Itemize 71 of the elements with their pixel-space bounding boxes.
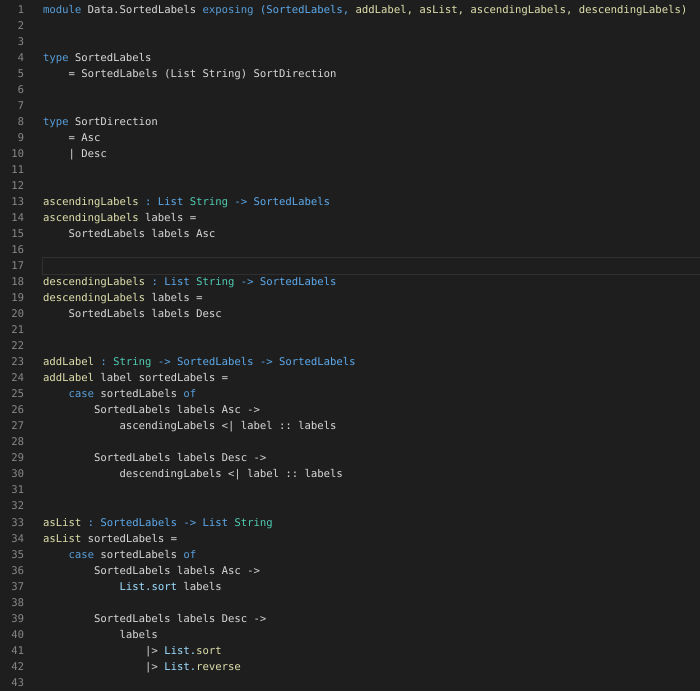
code-line: labels	[118, 628, 159, 643]
line-number: 13	[10, 195, 24, 210]
code-line: SortedLabels labels Asc ->	[93, 403, 261, 418]
line-number: 26	[10, 403, 24, 418]
code-line: ascendingLabels labels =	[42, 211, 198, 226]
line-number: 40	[10, 628, 24, 643]
line-number: 35	[10, 548, 24, 563]
line-number: 7	[16, 99, 24, 114]
line-number: 30	[10, 467, 24, 482]
line-number: 33	[10, 516, 24, 530]
code-line: descendingLabels <| label :: labels	[118, 467, 344, 482]
code-line: addLabel : String -> SortedLabels -> SortedLabels	[42, 355, 357, 370]
line-number: 10	[10, 147, 24, 162]
line-number: 1	[16, 3, 24, 18]
line-number: 36	[10, 564, 24, 579]
line-number: 14	[10, 211, 24, 226]
code-line: ascendingLabels <| label :: labels	[118, 419, 338, 434]
line-number: 41	[10, 644, 24, 659]
code-line: ascendingLabels : List String -> SortedLabels	[42, 195, 332, 210]
line-number: 3	[16, 35, 24, 50]
code-line: List.sort labels	[118, 580, 223, 595]
line-number: 19	[10, 291, 24, 306]
line-number: 25	[10, 387, 24, 402]
line-number: 21	[10, 323, 24, 338]
code-line: SortedLabels labels Desc ->	[93, 612, 268, 627]
code-line: module Data.SortedLabels exposing (SortedLabels, addLabel, asList, ascendingLabels, descendingLabels)	[42, 3, 688, 18]
line-number: 18	[10, 275, 24, 290]
code-line: type SortedLabels	[42, 51, 152, 66]
line-number: 2	[16, 19, 24, 34]
code-line: |> List.reverse	[144, 660, 242, 675]
code-line: SortedLabels labels Desc ->	[93, 451, 268, 466]
line-number: 8	[16, 115, 24, 130]
line-number: 38	[10, 596, 24, 611]
code-line: = SortedLabels (List String) SortDirection	[68, 67, 338, 82]
line-number: 24	[10, 371, 24, 386]
line-number: 6	[16, 83, 24, 98]
line-number: 28	[10, 435, 24, 450]
line-number: 11	[10, 163, 24, 178]
line-number: 29	[10, 451, 24, 466]
line-number: 5	[16, 67, 24, 82]
line-number: 37	[10, 580, 24, 595]
line-number: 9	[16, 131, 24, 146]
line-number: 22	[10, 339, 24, 354]
code-line: addLabel label sortedLabels =	[42, 371, 229, 386]
line-number: 39	[10, 612, 24, 627]
code-line: | Desc	[68, 147, 108, 162]
line-number: 23	[10, 355, 24, 370]
code-line: descendingLabels : List String -> SortedLabels	[42, 275, 338, 290]
line-number: 17	[10, 259, 24, 274]
code-line: |> List.sort	[144, 644, 223, 659]
line-number: 32	[10, 499, 24, 514]
code-line: = Asc	[68, 131, 102, 146]
line-number: 34	[10, 532, 24, 547]
line-number: 27	[10, 419, 24, 434]
code-line: asList sortedLabels =	[42, 532, 178, 547]
line-number: 20	[10, 307, 24, 322]
code-line: case sortedLabels of	[68, 548, 198, 563]
line-number: 15	[10, 227, 24, 242]
line-number: 12	[10, 179, 24, 194]
code-line: SortedLabels labels Asc ->	[93, 564, 261, 579]
code-line: descendingLabels labels =	[42, 291, 204, 306]
line-number: 4	[16, 51, 24, 66]
code-line: SortedLabels labels Desc	[68, 307, 223, 322]
line-number: 16	[10, 243, 24, 258]
code-line: SortedLabels labels Asc	[68, 227, 216, 242]
code-line: type SortDirection	[42, 115, 159, 130]
code-line: asList : SortedLabels -> List String	[42, 516, 274, 530]
code-line: case sortedLabels of	[68, 387, 198, 402]
line-number: 31	[10, 483, 24, 498]
line-number: 43	[10, 676, 24, 691]
line-number: 42	[10, 660, 24, 675]
